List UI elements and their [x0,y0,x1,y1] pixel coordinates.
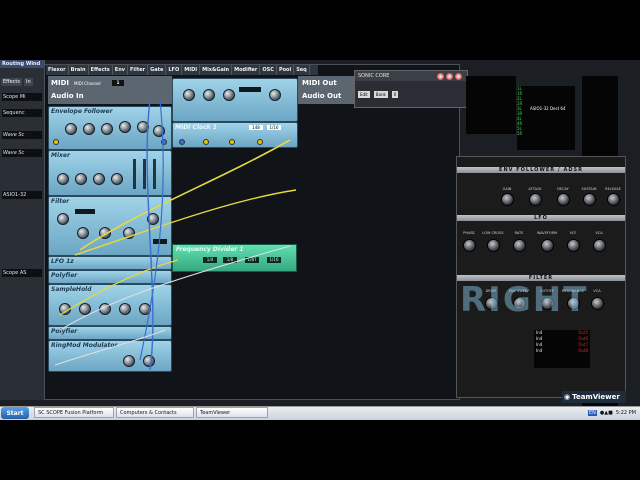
lfo-header: LFO [457,215,625,221]
bank-button[interactable]: Bank [373,91,388,98]
background-panel [466,76,516,134]
patch-cable[interactable] [59,259,179,316]
preset-field[interactable]: 0 [391,91,399,98]
attack-label: ATTACK [528,187,542,191]
teamviewer-label: TeamViewer [572,393,620,401]
start-label: Start [6,409,24,417]
taskbar-item-scope[interactable]: SC SCOPE Fusion Platform [34,407,114,418]
sonic-core-window: SONIC CORE Edit Bank 0 [354,70,468,108]
rate-label: RATE [514,231,524,235]
gain-label: GAIN [502,187,512,191]
decay-knob[interactable] [557,193,570,206]
vcf-label: VCF [569,231,577,235]
attack-knob[interactable] [529,193,542,206]
start-button[interactable]: Start [1,407,29,419]
gain-knob[interactable] [501,193,514,206]
vca-knob[interactable] [593,239,606,252]
channel-big-label: RIGHT [460,280,589,320]
asio-dest-label: ASIO1-32 Dest 64 [530,106,566,111]
decay-label: DECAY [557,187,569,191]
release-knob[interactable] [607,193,620,206]
edit-button[interactable]: Edit [358,91,370,98]
system-tray: EN ●▲■ 5:22 PM [548,407,640,419]
out-row[interactable]: In4 Out8 [534,348,590,354]
env-follower-header: ENV FOLLOWER / ADSR [457,167,625,173]
teamviewer-icon: ◉ [564,393,571,401]
tray-icons[interactable]: ●▲■ [600,410,613,416]
desktop-screen: Routing Wind Effects In Scope Mi Sequenc … [0,60,640,420]
close-icon[interactable] [455,73,462,80]
patch-cable[interactable] [74,189,297,256]
language-indicator[interactable]: EN [588,410,597,416]
clock[interactable]: 5:22 PM [616,410,636,416]
output-routing-list: In4 Out5 In4 Out6 In4 Out7 In4 Out8 [534,330,590,368]
channel-item[interactable]: 5R [517,131,575,136]
low-cross-label: LOW CROSS [482,231,504,235]
phase-label: PHASE [463,231,475,235]
rate-knob[interactable] [513,239,526,252]
filter-vca-knob[interactable] [591,297,604,310]
asio-channel-list: 1L 1R 2L 2R 3L 3R 4L 4R 5L 5R [517,86,575,150]
patch-cable[interactable] [59,245,291,331]
vca-label: VCA [595,231,603,235]
patch-cable[interactable] [146,99,154,371]
waveform-knob[interactable] [541,239,554,252]
low-cross-knob[interactable] [487,239,500,252]
vcf-knob[interactable] [567,239,580,252]
teamviewer-badge[interactable]: ◉ TeamViewer [562,391,626,403]
phase-knob[interactable] [463,239,476,252]
patch-cable[interactable] [139,99,164,361]
taskbar-item-teamviewer[interactable]: TeamViewer [196,407,268,418]
maximize-icon[interactable] [446,73,453,80]
waveform-label: WAVEFORM [536,231,558,235]
sustain-label: SUSTAIN [581,187,597,191]
patch-cable[interactable] [54,329,166,366]
minimize-icon[interactable] [437,73,444,80]
release-label: RELEASE [605,187,621,191]
sustain-knob[interactable] [583,193,596,206]
top-letterbox [0,0,640,60]
taskbar-item-contacts[interactable]: Computers & Contacts [116,407,194,418]
bottom-letterbox [0,420,640,480]
filter-vca-label: VCA [593,289,601,293]
patch-cable[interactable] [79,139,291,251]
